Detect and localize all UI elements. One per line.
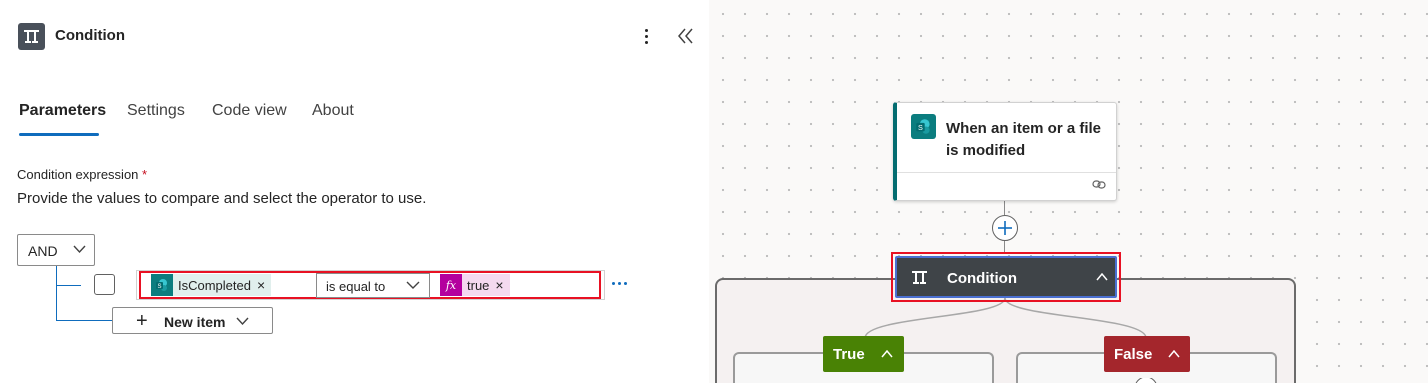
row-more-options-icon[interactable] <box>612 282 628 288</box>
required-marker: * <box>142 167 148 182</box>
trigger-card[interactable]: S When an item or a file is modified <box>893 102 1117 201</box>
tree-line-vertical <box>56 266 57 321</box>
tab-code-view[interactable]: Code view <box>212 102 287 120</box>
connector-line <box>1004 201 1005 215</box>
tree-line-row <box>56 285 81 286</box>
details-panel: Condition Parameters Settings Code view … <box>0 0 709 383</box>
new-item-label: New item <box>164 314 226 330</box>
remove-token-icon[interactable]: × <box>257 277 271 293</box>
add-step-partial-icon <box>1135 378 1157 383</box>
condition-card[interactable]: Condition <box>895 256 1117 298</box>
condition-icon <box>912 271 927 284</box>
field-description: Provide the values to compare and select… <box>17 190 427 207</box>
tree-line-new-item <box>56 320 112 321</box>
chevron-down-icon <box>406 281 420 289</box>
left-operand-token[interactable]: S IsCompleted × <box>151 274 272 296</box>
chevron-up-icon <box>1168 350 1180 358</box>
sharepoint-icon: S <box>151 274 173 296</box>
right-operand-label: true <box>467 277 490 293</box>
chevron-up-icon[interactable] <box>1096 273 1108 281</box>
false-branch-button[interactable]: False <box>1104 336 1190 372</box>
true-branch-button[interactable]: True <box>823 336 904 372</box>
svg-text:S: S <box>918 123 923 132</box>
group-operator-dropdown[interactable]: AND <box>17 234 95 266</box>
tab-settings[interactable]: Settings <box>127 102 185 120</box>
more-options-button[interactable] <box>636 24 656 48</box>
link-icon <box>1092 180 1106 189</box>
new-item-button[interactable]: + New item <box>112 307 273 334</box>
operator-value: is equal to <box>326 279 386 294</box>
chevron-up-icon <box>881 350 893 358</box>
branch-connectors <box>864 298 1147 338</box>
condition-card-label: Condition <box>947 270 1017 287</box>
chevron-down-icon <box>73 245 86 254</box>
add-step-button[interactable] <box>992 215 1018 241</box>
row-select-checkbox[interactable] <box>94 274 115 295</box>
fx-icon: fx <box>440 274 462 296</box>
collapse-panel-icon[interactable] <box>674 24 698 48</box>
condition-expression-label: Condition expression * <box>17 167 147 182</box>
tab-about[interactable]: About <box>312 102 354 120</box>
condition-icon <box>18 23 45 50</box>
false-branch-label: False <box>1114 346 1153 363</box>
plus-icon <box>998 221 1012 235</box>
plus-icon: + <box>136 310 148 332</box>
true-branch-label: True <box>833 346 865 363</box>
chevron-down-icon <box>236 317 249 325</box>
panel-header: Condition <box>0 0 709 72</box>
remove-token-icon[interactable]: × <box>495 277 509 293</box>
left-operand-label: IsCompleted <box>178 277 251 293</box>
active-tab-indicator <box>19 133 99 136</box>
tab-parameters[interactable]: Parameters <box>19 102 106 120</box>
operator-dropdown[interactable]: is equal to <box>316 273 430 298</box>
field-label-text: Condition expression <box>17 167 139 182</box>
panel-title: Condition <box>55 27 125 44</box>
svg-text:S: S <box>157 284 161 290</box>
sharepoint-icon: S <box>911 114 936 139</box>
group-operator-value: AND <box>28 243 58 259</box>
card-divider <box>897 172 1116 173</box>
right-operand-token[interactable]: fx true × <box>440 274 510 296</box>
trigger-title: When an item or a file is modified <box>946 120 1102 159</box>
